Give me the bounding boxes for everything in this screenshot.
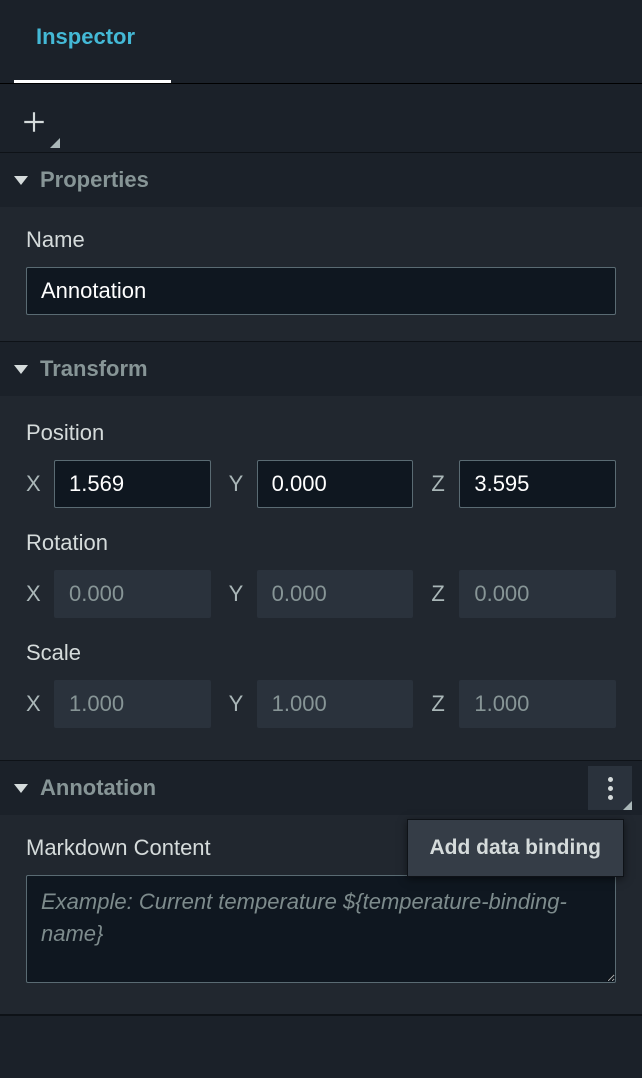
name-label: Name	[26, 227, 616, 253]
plus-icon	[21, 109, 47, 135]
caret-down-icon	[14, 365, 28, 374]
axis-y-label: Y	[229, 581, 247, 607]
section-annotation: Annotation Add data binding Markdown Con…	[0, 761, 642, 1015]
position-x-input[interactable]	[54, 460, 211, 508]
axis-z-label: Z	[431, 471, 449, 497]
section-annotation-title: Annotation	[40, 775, 156, 801]
axis-x-label: X	[26, 691, 44, 717]
tab-inspector-label: Inspector	[36, 24, 135, 49]
tab-inspector[interactable]: Inspector	[0, 0, 171, 83]
section-transform: Transform Position X Y Z Rotation X Y Z …	[0, 342, 642, 761]
axis-y-label: Y	[229, 691, 247, 717]
rotation-z-input[interactable]	[459, 570, 616, 618]
axis-z-label: Z	[431, 691, 449, 717]
section-transform-title: Transform	[40, 356, 148, 382]
dropdown-indicator-icon	[623, 801, 632, 810]
position-label: Position	[26, 420, 616, 446]
axis-x-label: X	[26, 471, 44, 497]
axis-y-label: Y	[229, 471, 247, 497]
caret-down-icon	[14, 784, 28, 793]
tab-bar: Inspector	[0, 0, 642, 84]
scale-y-input[interactable]	[257, 680, 414, 728]
scale-z-input[interactable]	[459, 680, 616, 728]
position-z-input[interactable]	[459, 460, 616, 508]
rotation-row: X Y Z	[26, 570, 616, 618]
axis-z-label: Z	[431, 581, 449, 607]
section-annotation-header[interactable]: Annotation Add data binding	[0, 761, 642, 815]
markdown-content-textarea[interactable]	[26, 875, 616, 983]
dropdown-indicator-icon	[50, 138, 60, 148]
empty-space	[0, 1015, 642, 1063]
rotation-y-input[interactable]	[257, 570, 414, 618]
position-row: X Y Z	[26, 460, 616, 508]
name-input[interactable]	[26, 267, 616, 315]
kebab-icon	[608, 777, 613, 800]
rotation-x-input[interactable]	[54, 570, 211, 618]
scale-label: Scale	[26, 640, 616, 666]
section-properties-header[interactable]: Properties	[0, 153, 642, 207]
toolbar	[0, 84, 642, 152]
annotation-menu-button[interactable]	[588, 766, 632, 810]
section-properties: Properties Name	[0, 152, 642, 342]
scale-row: X Y Z	[26, 680, 616, 728]
section-properties-title: Properties	[40, 167, 149, 193]
menu-item-add-data-binding[interactable]: Add data binding	[408, 820, 623, 876]
scale-x-input[interactable]	[54, 680, 211, 728]
section-transform-header[interactable]: Transform	[0, 342, 642, 396]
caret-down-icon	[14, 176, 28, 185]
position-y-input[interactable]	[257, 460, 414, 508]
rotation-label: Rotation	[26, 530, 616, 556]
axis-x-label: X	[26, 581, 44, 607]
annotation-menu-popover: Add data binding	[407, 819, 624, 877]
add-button[interactable]	[12, 100, 56, 144]
